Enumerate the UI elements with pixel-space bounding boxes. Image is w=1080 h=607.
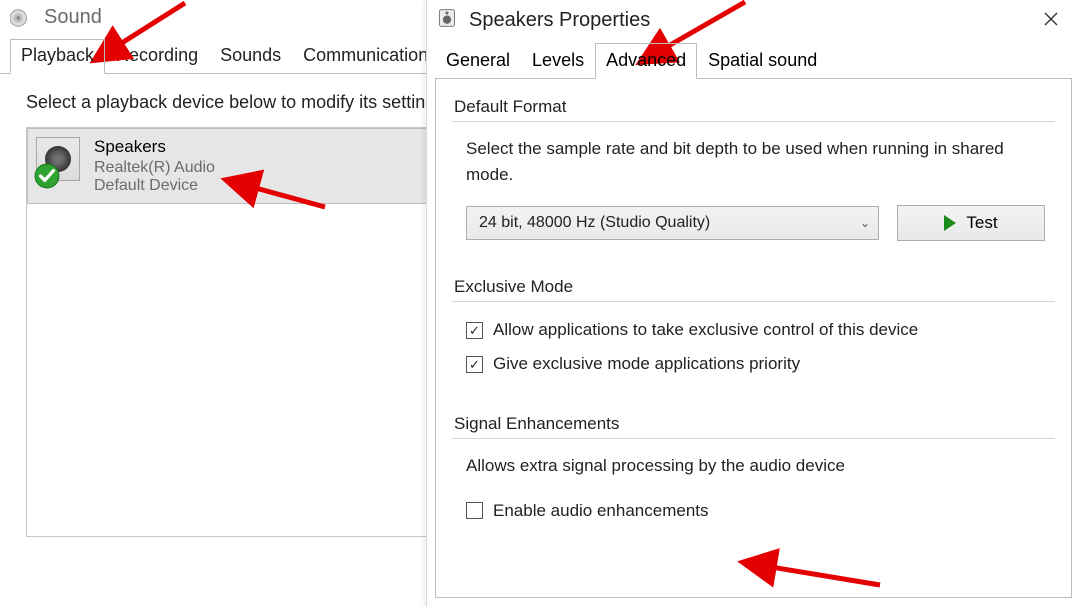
checkbox-icon: ✓ [466,322,483,339]
tab-sounds[interactable]: Sounds [209,39,292,74]
props-title: Speakers Properties [469,9,650,32]
exclusive-mode-label: Exclusive Mode [454,277,1055,297]
default-check-icon [34,163,60,189]
default-format-select[interactable]: 24 bit, 48000 Hz (Studio Quality) ⌄ [466,206,879,240]
chevron-down-icon: ⌄ [860,216,870,230]
speakers-properties-window: Speakers Properties General Levels Advan… [426,0,1080,607]
device-icon [36,137,80,181]
tab-general[interactable]: General [435,43,521,79]
device-name: Speakers [94,137,215,157]
advanced-panel: Default Format Select the sample rate an… [435,78,1072,598]
tab-advanced[interactable]: Advanced [595,43,697,79]
test-label: Test [966,213,997,233]
speaker-icon [10,7,32,29]
close-button[interactable] [1034,6,1068,35]
exclusive-priority-checkbox[interactable]: ✓ Give exclusive mode applications prior… [466,354,1045,374]
signal-enhancements-label: Signal Enhancements [454,414,1055,434]
default-format-value: 24 bit, 48000 Hz (Studio Quality) [479,214,710,232]
exclusive-mode-group: ✓ Allow applications to take exclusive c… [452,301,1055,390]
signal-enhancements-group: Allows extra signal processing by the au… [452,438,1055,537]
tab-playback[interactable]: Playback [10,39,105,74]
play-icon [944,215,956,231]
props-titlebar: Speakers Properties [427,0,1080,43]
default-format-desc: Select the sample rate and bit depth to … [466,136,1045,187]
device-text: Speakers Realtek(R) Audio Default Device [94,137,215,195]
exclusive-control-checkbox[interactable]: ✓ Allow applications to take exclusive c… [466,320,1045,340]
checkbox-icon [466,502,483,519]
test-button[interactable]: Test [897,205,1045,241]
checkbox-icon: ✓ [466,356,483,373]
device-driver: Realtek(R) Audio [94,159,215,177]
speaker-box-icon [437,8,457,34]
default-format-group: Select the sample rate and bit depth to … [452,121,1055,253]
enable-enhancements-checkbox[interactable]: Enable audio enhancements [466,501,1045,521]
close-icon [1044,12,1058,26]
device-status: Default Device [94,177,215,195]
props-tabs: General Levels Advanced Spatial sound [427,43,1080,79]
default-format-label: Default Format [454,97,1055,117]
tab-levels[interactable]: Levels [521,43,595,79]
signal-desc: Allows extra signal processing by the au… [466,453,1045,479]
tab-spatial-sound[interactable]: Spatial sound [697,43,828,79]
tab-recording[interactable]: Recording [105,39,209,74]
sound-title: Sound [44,6,102,29]
tab-communications[interactable]: Communications [292,39,448,74]
